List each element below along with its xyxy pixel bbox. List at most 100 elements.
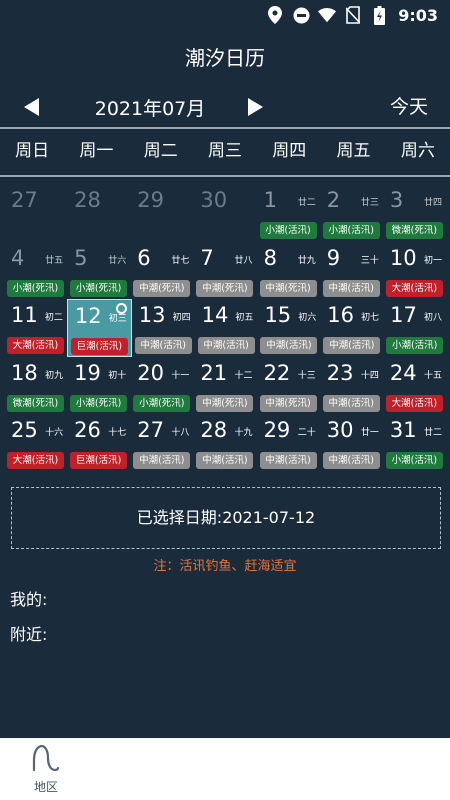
lunar-date: 十八 [171, 428, 190, 439]
day-cell[interactable]: 3 廿四 微潮(死汛) [383, 184, 446, 242]
day-cell[interactable]: 22 十三 中潮(死汛) [257, 357, 320, 415]
status-bar: 9:03 [0, 0, 450, 30]
lunar-date: 初七 [361, 313, 380, 324]
tide-badge: 微潮(死汛) [7, 394, 64, 412]
lunar-date: 初五 [235, 313, 254, 324]
day-number: 27 [11, 188, 38, 212]
tab-region-label: 地区 [33, 780, 58, 794]
tide-badge: 中潮(死汛) [259, 279, 317, 297]
lunar-date: 初六 [298, 313, 317, 324]
day-cell[interactable]: 1 廿二 小潮(活汛) [257, 184, 320, 242]
day-cell[interactable]: 15 初六 中潮(活汛) [257, 299, 320, 357]
lunar-date: 初四 [172, 313, 191, 324]
lunar-date: 廿二 [297, 198, 316, 208]
day-cell[interactable]: 24 十五 大潮(活汛) [383, 357, 446, 415]
page-title: 潮汐日历 [185, 46, 265, 70]
day-cell[interactable]: 21 十二 中潮(死汛) [193, 357, 256, 415]
week-row: 4 廿五 小潮(死汛) 5 廿六 小潮(死汛) 6 廿七 中潮(死汛) 7 廿八 中潮(死汛) 8 廿九中… [4, 242, 446, 300]
day-cell[interactable]: 30 [193, 184, 256, 242]
day-cell[interactable]: 27 十八 中潮(活汛) [130, 414, 193, 472]
day-cell[interactable]: 28 [67, 184, 130, 242]
day-cell[interactable]: 19 初十 小潮(死汛) [67, 357, 130, 415]
day-cell[interactable]: 5 廿六 小潮(死汛) [67, 242, 130, 300]
weekday-sat: 周六 [400, 141, 435, 161]
day-number: 7 [200, 245, 214, 270]
lunar-date: 初九 [45, 370, 64, 381]
day-cell[interactable]: 17 初八 小潮(活汛) [383, 299, 446, 357]
wave-icon [31, 744, 61, 776]
day-cell-selected[interactable]: 12 初三 巨潮(活汛) [66, 299, 132, 357]
day-cell[interactable]: 26 十七 巨潮(活汛) [67, 414, 130, 472]
day-number: 4 [11, 245, 25, 270]
lunar-date: 十七 [108, 428, 127, 439]
day-number: 6 [137, 245, 151, 270]
lunar-date: 廿四 [423, 198, 442, 208]
today-button[interactable]: 今天 [390, 92, 428, 119]
lunar-date: 十六 [45, 428, 64, 439]
day-number: 31 [389, 418, 417, 443]
day-number: 22 [263, 360, 291, 385]
week-row: 25 十六 大潮(活汛) 26 十七 巨潮(活汛) 27 十八 中潮(活汛) 28 十九 中潮(活汛)… [4, 414, 446, 472]
day-cell[interactable]: 7 廿八 中潮(死汛) [193, 242, 256, 300]
week-row: 27 28 29 30 1 廿二 小潮(活汛) 2 廿三 小潮(活汛) 3 廿四 微潮(死汛) [4, 184, 446, 242]
day-cell[interactable]: 28 十九 中潮(活汛) [193, 414, 256, 472]
lunar-date: 十五 [423, 370, 442, 381]
lunar-date: 十二 [234, 370, 253, 381]
no-sim-icon [344, 6, 362, 24]
lunar-date: 十九 [234, 428, 253, 439]
triangle-right-icon[interactable] [248, 98, 263, 116]
tide-badge: 小潮(死汛) [133, 394, 191, 412]
day-cell[interactable]: 29 [130, 184, 193, 242]
bottom-nav: 地区 [0, 738, 450, 800]
day-number: 20 [137, 360, 165, 385]
day-cell[interactable]: 11 初二 大潮(活汛) [4, 299, 67, 357]
day-number: 25 [11, 418, 38, 443]
day-number: 27 [137, 418, 165, 443]
lunar-date: 廿一 [360, 428, 379, 439]
day-cell[interactable]: 13 初四 中潮(活汛) [132, 299, 195, 357]
day-cell[interactable]: 29 二十 中潮(活汛) [257, 414, 320, 472]
day-cell[interactable]: 23 十四 中潮(活汛) [320, 357, 383, 415]
tide-badge: 中潮(死汛) [259, 394, 317, 412]
day-number: 17 [390, 303, 417, 328]
do-not-disturb-icon [292, 6, 310, 24]
day-number: 21 [200, 360, 228, 385]
tide-badge: 中潮(活汛) [196, 452, 254, 470]
day-cell[interactable]: 2 廿三 小潮(活汛) [320, 184, 383, 242]
day-cell[interactable]: 18 初九 微潮(死汛) [4, 357, 67, 415]
lunar-date: 二十 [297, 428, 316, 439]
lunar-date: 廿五 [45, 255, 64, 266]
weekday-wed: 周三 [207, 141, 242, 161]
day-number: 26 [74, 418, 101, 443]
day-number: 1 [263, 188, 277, 212]
lunar-date: 廿七 [171, 255, 190, 266]
selected-date-box: 已选择日期:2021-07-12 [11, 487, 441, 549]
triangle-left-icon[interactable] [24, 98, 39, 116]
mine-label: 我的: [10, 590, 48, 609]
day-cell[interactable]: 10 初一 大潮(活汛) [383, 242, 446, 300]
day-cell[interactable]: 14 初五 中潮(活汛) [195, 299, 258, 357]
day-number: 14 [201, 303, 229, 328]
tide-badge: 中潮(活汛) [134, 337, 192, 355]
lunar-date: 初二 [44, 313, 63, 324]
tide-badge: 大潮(活汛) [385, 394, 443, 412]
day-cell[interactable]: 30 廿一 中潮(活汛) [320, 414, 383, 472]
day-number: 30 [200, 188, 228, 212]
day-cell[interactable]: 27 [4, 184, 67, 242]
day-cell[interactable]: 25 十六 大潮(活汛) [4, 414, 67, 472]
day-cell[interactable]: 4 廿五 小潮(死汛) [4, 242, 67, 300]
day-cell[interactable]: 31 廿二 小潮(活汛) [383, 414, 446, 472]
day-cell[interactable]: 8 廿九 中潮(死汛) [257, 242, 320, 300]
day-cell[interactable]: 16 初七 中潮(活汛) [320, 299, 383, 357]
tab-region[interactable]: 地区 [20, 744, 72, 795]
day-cell[interactable]: 6 廿七 中潮(死汛) [130, 242, 193, 300]
weekday-tue: 周二 [143, 141, 178, 161]
lunar-date: 十一 [171, 370, 190, 381]
day-number: 8 [263, 245, 277, 270]
day-cell[interactable]: 9 三十 中潮(活汛) [320, 242, 383, 300]
tide-note: 注：活讯钓鱼、赶海适宜 [153, 559, 297, 574]
tide-badge: 小潮(活汛) [386, 337, 444, 355]
tide-badge: 小潮(死汛) [70, 394, 128, 412]
day-cell[interactable]: 20 十一小潮(死汛) [130, 357, 193, 415]
month-label[interactable]: 2021年07月 [70, 94, 230, 121]
